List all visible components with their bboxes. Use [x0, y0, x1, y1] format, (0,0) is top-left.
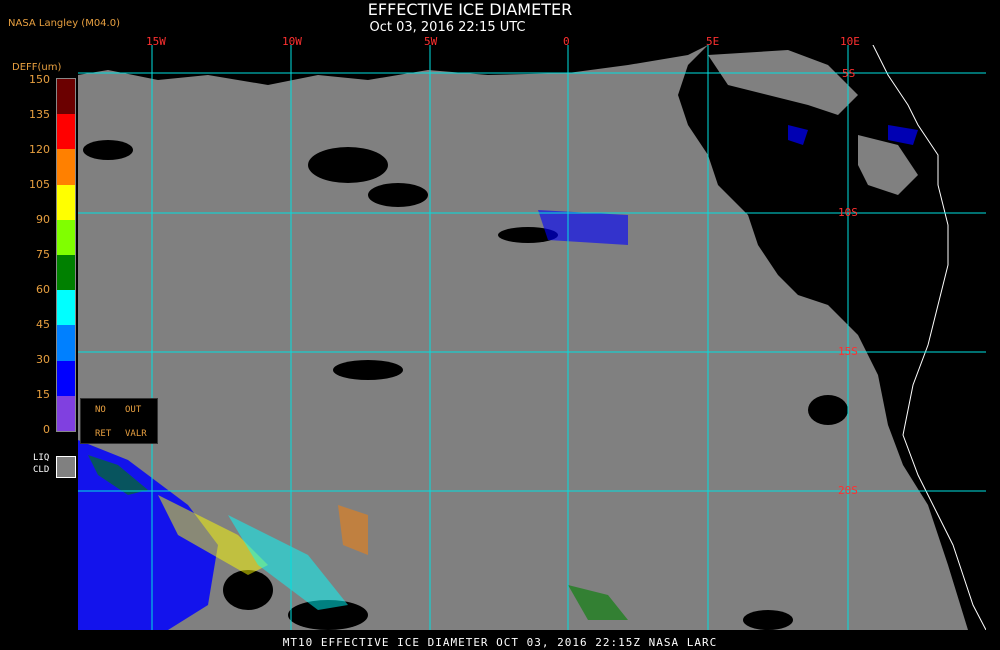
lat-label-5s: 5S	[842, 67, 856, 80]
liquid-cloud-swatch	[56, 456, 76, 478]
color-bar-segment	[57, 325, 75, 361]
lat-label-15s: 15S	[838, 345, 858, 358]
color-bar	[56, 78, 76, 432]
satellite-map	[78, 45, 986, 630]
color-bar-segment	[57, 395, 75, 431]
ret-label: RET	[95, 429, 112, 439]
lon-label-5e: 5E	[706, 35, 720, 48]
legend-tick: 75	[36, 248, 50, 261]
legend-tick: 135	[29, 108, 50, 121]
color-bar-segment	[57, 360, 75, 396]
color-bar-segment	[57, 184, 75, 220]
color-bar-segment	[57, 79, 75, 115]
no-label: NO	[95, 405, 106, 415]
lat-label-10s: 10S	[838, 206, 858, 219]
color-bar-segment	[57, 254, 75, 291]
liq-label: LIQ	[33, 453, 50, 463]
map-datetime: Oct 03, 2016 22:15 UTC	[369, 20, 526, 35]
legend-tick: 105	[29, 178, 50, 191]
valr-label: VALR	[125, 429, 147, 439]
lon-label-0: 0	[563, 35, 570, 48]
lon-label-10w: 10W	[282, 35, 302, 48]
color-bar-segment	[57, 149, 75, 185]
lat-label-20s: 20S	[838, 484, 858, 497]
legend-tick: 30	[36, 353, 50, 366]
lon-label-15w: 15W	[146, 35, 166, 48]
legend-tick: 45	[36, 318, 50, 331]
legend-tick: 120	[29, 143, 50, 156]
lon-label-5w: 5W	[424, 35, 438, 48]
special-values-box: NO OUT RET VALR	[80, 398, 158, 444]
legend-tick: 15	[36, 388, 50, 401]
color-bar-segment	[57, 114, 75, 150]
lon-label-10e: 10E	[840, 35, 860, 48]
legend-title: DEFF(um)	[12, 62, 62, 73]
color-bar-segment	[57, 290, 75, 326]
legend-tick: 0	[43, 423, 50, 436]
legend-tick: 150	[29, 73, 50, 86]
legend-tick: 60	[36, 283, 50, 296]
cld-label: CLD	[33, 465, 50, 475]
legend-tick: 90	[36, 213, 50, 226]
map-title: EFFECTIVE ICE DIAMETER	[367, 0, 573, 19]
out-label: OUT	[125, 405, 142, 415]
source-label: NASA Langley (M04.0)	[8, 18, 120, 29]
footer-caption: MT10 EFFECTIVE ICE DIAMETER OCT 03, 2016…	[282, 636, 718, 649]
color-bar-segment	[57, 219, 75, 255]
